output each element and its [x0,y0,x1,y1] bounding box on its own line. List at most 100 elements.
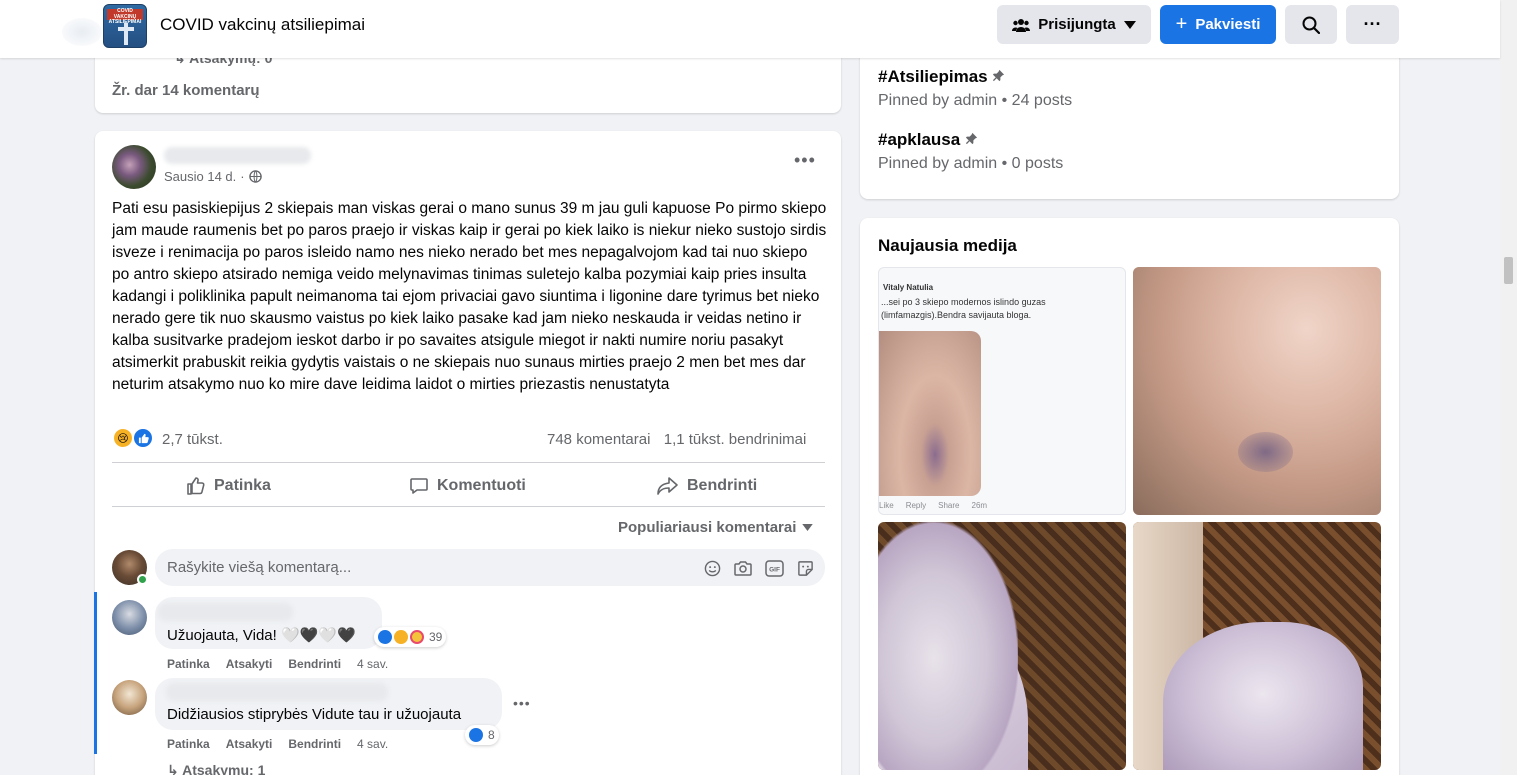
screenshot-text: ...sei po 3 skiepo modernos islindo guza… [881,297,1046,320]
comment-options-icon[interactable]: ••• [513,695,531,711]
media-thumbnail[interactable] [1133,267,1381,515]
screenshot-actions: Like Reply Share 26m [879,501,988,510]
post-author-name-redacted[interactable] [164,147,311,164]
commenter-avatar[interactable] [112,600,147,635]
media-thumbnail[interactable]: Vitaly Natulia ...sei po 3 skiepo modern… [878,267,1126,515]
invite-button[interactable]: + Pakviesti [1160,5,1276,44]
foot-photo [1163,622,1363,770]
comment-share-link[interactable]: Bendrinti [288,657,341,671]
comment-button[interactable]: Komentuoti [409,474,526,498]
media-thumbnail[interactable] [1133,522,1381,770]
camera-icon[interactable] [733,558,753,578]
scrollbar-thumb[interactable] [1504,257,1513,284]
comment-like-link[interactable]: Patinka [167,657,210,671]
care-reaction-icon [410,630,424,644]
hashtag-link[interactable]: #apklausa [878,130,978,150]
recent-media-title: Naujausia medija [878,236,1017,255]
post-timestamp[interactable]: Sausio 14 d. · [164,169,262,184]
hashtag-meta: Pinned by admin • 24 posts [878,92,1073,109]
post-options-icon[interactable]: ••• [794,150,816,171]
sort-label: Populiariausi komentarai [618,519,797,536]
commenter-name-redacted[interactable] [158,603,293,621]
emoji-icon[interactable] [702,558,722,578]
comment-actions: Patinka Atsakyti Bendrinti 4 sav. [167,657,388,671]
group-logo[interactable]: COVID VAKCINŲ ATSILIEPIMAI [103,4,147,48]
reaction-count[interactable]: 2,7 tūkst. [162,431,223,448]
share-count[interactable]: 1,1 tūkst. bendrinimai [664,431,807,448]
comment-like-link[interactable]: Patinka [167,737,210,751]
joined-button[interactable]: Prisijungta [997,5,1151,44]
comment-label: Komentuoti [437,477,526,494]
caret-down-icon [1123,20,1136,29]
joined-label: Prisijungta [1038,16,1116,33]
comment-text: Didžiausios stiprybės Vidute tau ir užuo… [167,706,462,723]
group-header-bar: COVID VAKCINŲ ATSILIEPIMAI COVID vakcinų… [0,0,1500,58]
share-button[interactable]: Bendrinti [657,474,757,498]
page-scrollbar[interactable] [1500,0,1517,775]
like-button[interactable]: Patinka [186,474,271,498]
comment-count[interactable]: 748 komentarai [547,431,650,448]
pinned-topics-card [860,40,1399,199]
comment-reply-link[interactable]: Atsakyti [226,657,273,671]
svg-text:GIF: GIF [769,566,780,573]
share-label: Bendrinti [687,477,758,494]
media-thumbnail[interactable] [878,522,1126,770]
online-status-indicator [137,574,148,585]
comment-share-link[interactable]: Bendrinti [288,737,341,751]
like-label: Patinka [214,477,271,494]
comment-reply-link[interactable]: Atsakyti [226,737,273,751]
post-stats: 748 komentarai 1,1 tūkst. bendrinimai [547,431,806,448]
group-logo-text: COVID VAKCINŲ ATSILIEPIMAI [107,8,143,25]
invite-label: Pakviesti [1195,16,1261,33]
view-more-comments-link[interactable]: Žr. dar 14 komentarų [112,82,260,99]
separator-dot: · [240,169,245,184]
screenshot-photo [879,331,981,496]
post-date: Sausio 14 d. [164,169,237,184]
commenter-avatar[interactable] [112,680,147,715]
back-area [62,18,102,46]
group-title[interactable]: COVID vakcinų atsiliepimai [160,15,365,35]
screenshot-author: Vitaly Natulia [883,283,934,292]
like-reaction-icon [469,728,483,742]
post-author-avatar[interactable] [112,145,156,189]
search-button[interactable] [1285,5,1337,44]
reaction-icons[interactable]: 😢 [112,427,156,449]
comment-time[interactable]: 4 sav. [357,737,388,751]
comment-time[interactable]: 4 sav. [357,657,388,671]
post-body-text: Pati esu pasiskiepijus 2 skiepais man vi… [112,200,827,393]
pin-icon [993,69,1005,82]
more-options-button[interactable]: ··· [1346,5,1399,44]
comment-thread-line [94,592,97,754]
globe-icon [248,170,262,183]
comment-composer[interactable]: Rašykite viešą komentarą... GIF [155,549,825,586]
comment-input-placeholder[interactable]: Rašykite viešą komentarą... [167,559,351,576]
pin-icon [965,132,978,145]
caret-down-icon [802,524,814,531]
leg-photo-shading [878,522,1018,770]
gif-icon[interactable]: GIF [764,558,784,578]
sticker-icon[interactable] [795,558,815,578]
share-arrow-icon [657,477,678,495]
composer-tools: GIF [702,558,815,578]
hashtag-link[interactable]: #Atsiliepimas [878,67,1005,87]
thumbs-up-icon [187,477,205,495]
comment-reaction-count: 8 [488,728,495,742]
plus-icon: + [1175,13,1188,35]
stats-divider [112,462,825,463]
sad-reaction-icon [394,630,408,644]
view-replies-link[interactable]: ↳ Atsakymų: 1 [167,762,265,775]
comment-actions: Patinka Atsakyti Bendrinti 4 sav. [167,737,388,751]
commenter-name-redacted[interactable] [166,683,388,701]
comment-reactions[interactable]: 8 [465,725,499,745]
comment-text: Užuojauta, Vida! 🤍🖤🤍🖤 [167,627,356,644]
sad-reaction-icon: 😢 [112,427,134,449]
medical-cross-icon [118,23,134,45]
comment-reactions[interactable]: 39 [374,627,447,647]
like-reaction-icon [378,630,392,644]
bruise-mark [1238,432,1293,472]
actions-divider [112,506,825,507]
comment-reaction-count: 39 [429,630,443,644]
like-reaction-icon [132,427,154,449]
comment-sort-dropdown[interactable]: Populiariausi komentarai [618,519,814,536]
search-icon [1302,16,1320,34]
